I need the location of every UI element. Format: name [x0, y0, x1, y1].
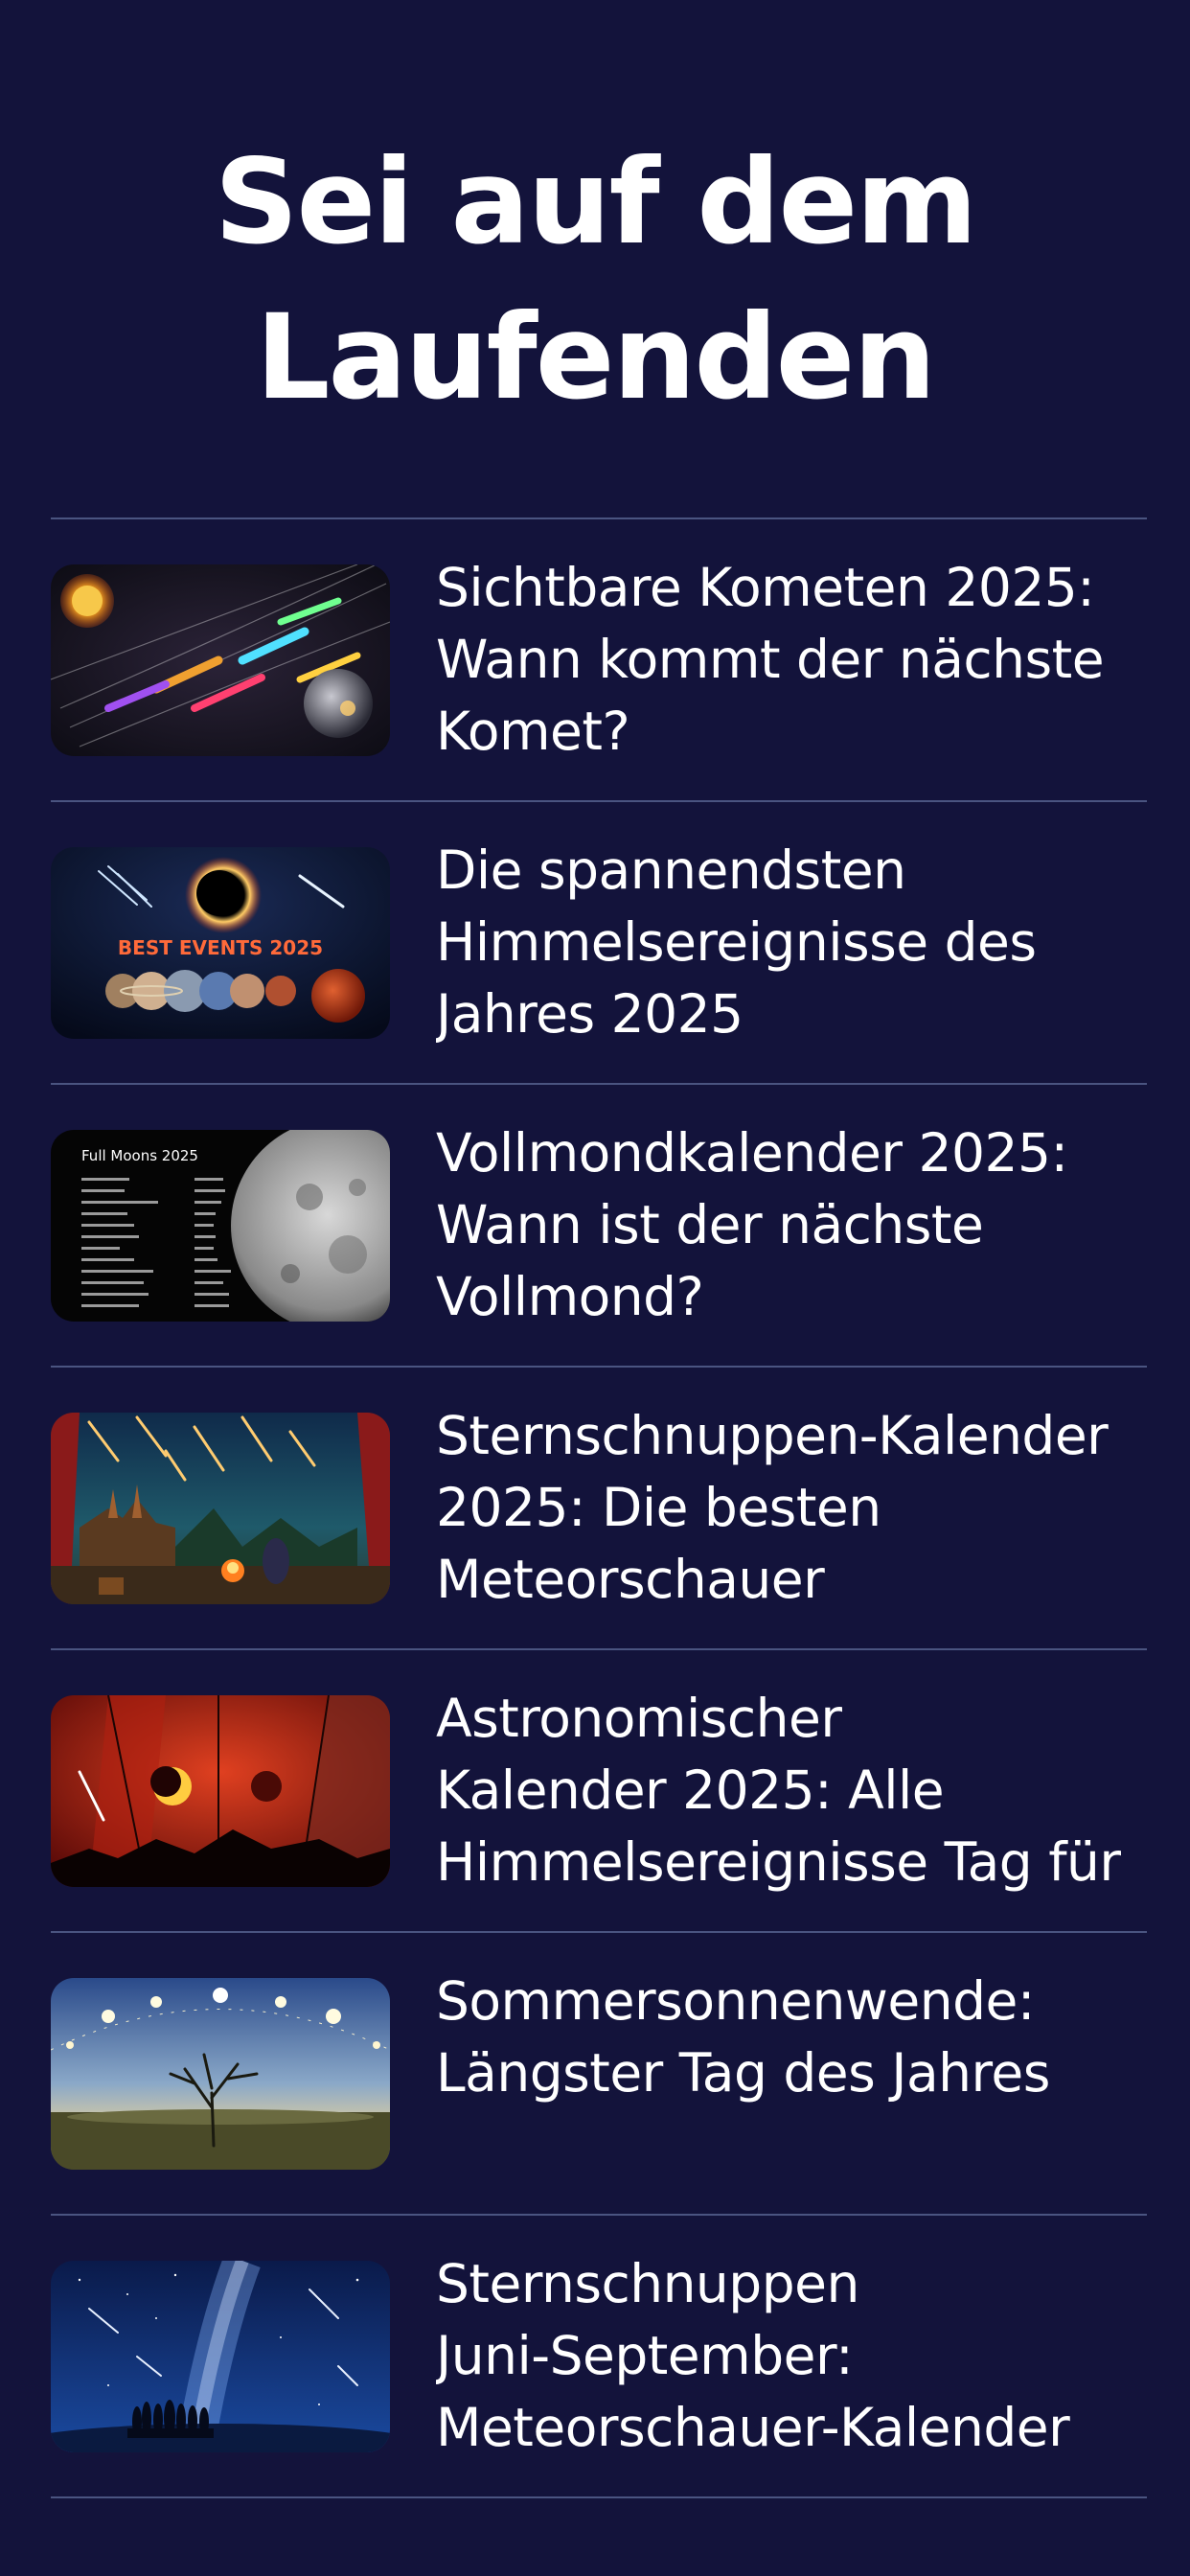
comets-icon	[51, 564, 390, 756]
full-moon-icon: Full Moons 2025	[51, 1129, 390, 1322]
page-title-line-1: Sei auf dem	[214, 134, 978, 270]
full-moon-thumbnail[interactable]: Full Moons 2025	[51, 1129, 390, 1322]
page-title-line-2: Laufenden	[255, 289, 937, 426]
meteor-night-thumbnail[interactable]	[51, 1412, 390, 1604]
milky-way-icon	[51, 2260, 390, 2452]
full-moons-label: Full Moons 2025	[81, 1147, 198, 1164]
eclipse-panels-thumbnail[interactable]	[51, 1694, 390, 1887]
meteor-night-icon	[51, 1412, 390, 1604]
comets-thumbnail[interactable]	[51, 564, 390, 756]
article-item-meteor-calendar[interactable]: Sternschnuppen-Kalender 2025: Die besten…	[51, 1368, 1147, 1648]
article-title[interactable]: Sommersonnenwende: Längster Tag des Jahr…	[436, 1966, 1147, 2181]
article-item-comets[interactable]: Sichtbare Kometen 2025: Wann kommt der n…	[51, 519, 1147, 800]
article-title[interactable]: Sichtbare Kometen 2025: Wann kommt der n…	[436, 552, 1147, 768]
solstice-thumbnail[interactable]	[51, 1977, 390, 2170]
solstice-icon	[51, 1977, 390, 2170]
eclipse-panels-icon	[51, 1694, 390, 1887]
best-events-icon: BEST EVENTS 2025	[51, 846, 390, 1039]
best-events-label: BEST EVENTS 2025	[118, 936, 323, 959]
article-item-solstice[interactable]: Sommersonnenwende: Längster Tag des Jahr…	[51, 1933, 1147, 2214]
article-item-summer-meteors[interactable]: Sternschnuppen Juni-September: Meteorsch…	[51, 2216, 1147, 2496]
article-item-astronomical-calendar[interactable]: Astronomischer Kalender 2025: Alle Himme…	[51, 1650, 1147, 1931]
article-list: Sichtbare Kometen 2025: Wann kommt der n…	[51, 518, 1147, 2498]
page-title: Sei auf dem Laufenden	[0, 125, 1190, 435]
milky-way-thumbnail[interactable]	[51, 2260, 390, 2452]
divider	[51, 2496, 1147, 2498]
article-title[interactable]: Sternschnuppen Juni-September: Meteorsch…	[436, 2248, 1147, 2464]
article-title[interactable]: Vollmondkalender 2025: Wann ist der näch…	[436, 1117, 1147, 1333]
article-title[interactable]: Sternschnuppen-Kalender 2025: Die besten…	[436, 1400, 1147, 1616]
best-events-thumbnail[interactable]: BEST EVENTS 2025	[51, 846, 390, 1039]
article-title[interactable]: Astronomischer Kalender 2025: Alle Himme…	[436, 1683, 1147, 1898]
article-item-best-events[interactable]: BEST EVENTS 2025 Die spannendsten Himmel…	[51, 802, 1147, 1083]
article-title[interactable]: Die spannendsten Himmelsereignisse des J…	[436, 835, 1147, 1050]
article-item-full-moons[interactable]: Full Moons 2025 Vollmondkalender 2025: W…	[51, 1085, 1147, 1366]
page: Sei auf dem Laufenden Sichtbare Kometen …	[0, 0, 1190, 2576]
